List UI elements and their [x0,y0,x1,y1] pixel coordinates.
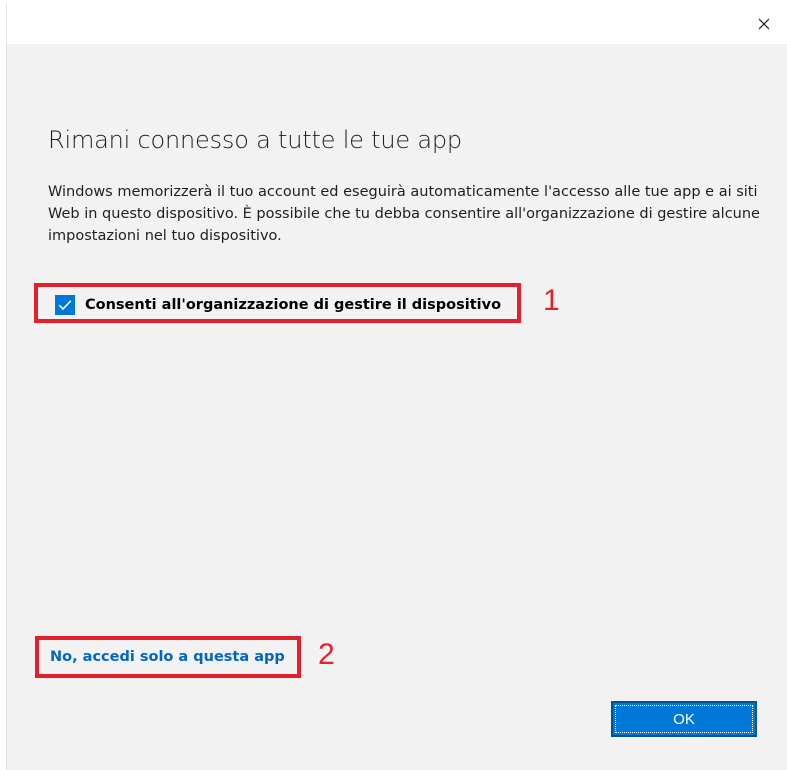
dialog-description: Windows memorizzerà il tuo account ed es… [48,184,760,244]
ok-button[interactable]: OK [611,701,757,737]
ok-button-label: OK [673,710,695,728]
close-icon [758,18,770,30]
highlight-box-1 [34,283,521,323]
highlight-box-2 [35,636,301,678]
dialog-title: Rimani connesso a tutte le tue app [48,126,462,154]
title-bar [7,4,787,44]
annotation-marker-1: 1 [543,284,560,317]
annotation-marker-2: 2 [318,638,335,671]
close-button[interactable] [741,4,787,44]
